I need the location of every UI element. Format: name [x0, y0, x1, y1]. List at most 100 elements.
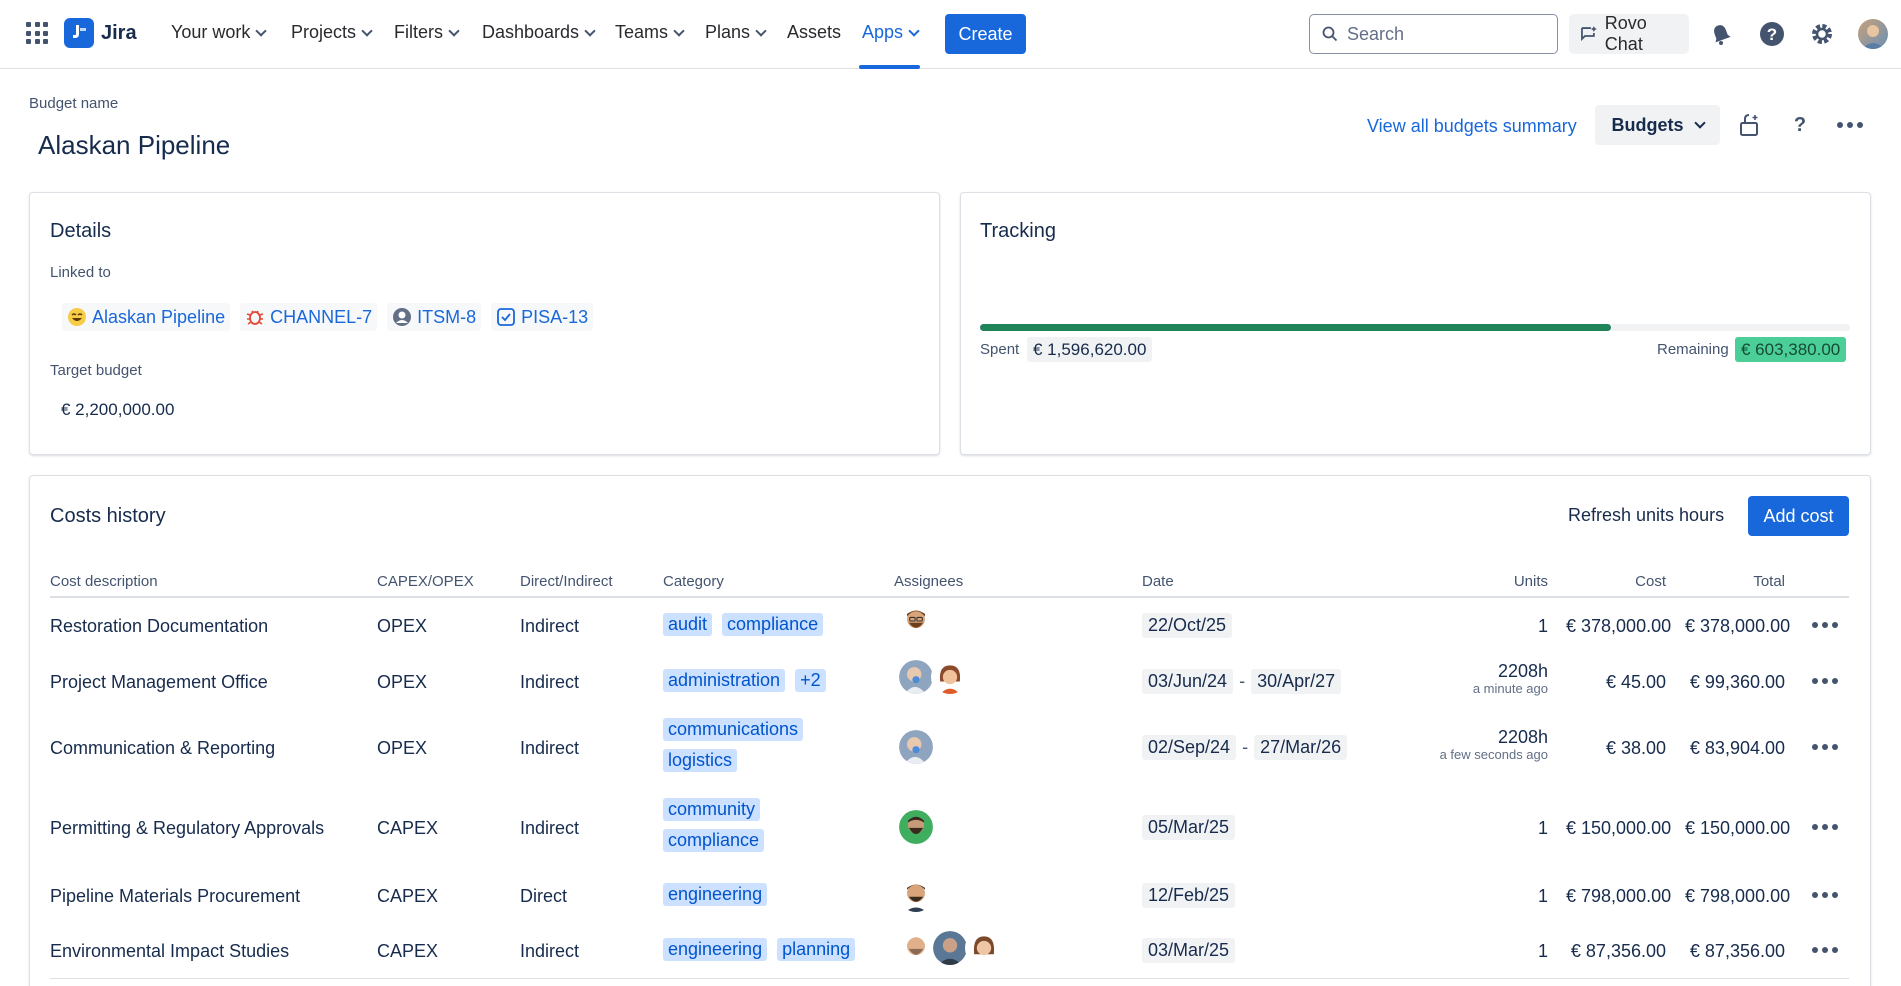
header-capex-opex[interactable]: CAPEX/OPEX [377, 573, 474, 590]
nav-teams[interactable]: Teams [615, 22, 685, 43]
total: € 150,000.00 [1685, 818, 1791, 838]
chevron-down-icon [255, 24, 268, 37]
cost: € 45.00 [1605, 672, 1666, 692]
assignee-avatars[interactable] [897, 929, 1003, 967]
header-cost-description[interactable]: Cost description [50, 573, 158, 590]
header-direct-indirect[interactable]: Direct/Indirect [520, 573, 613, 590]
target-budget-label: Target budget [50, 362, 142, 379]
top-navigation: Jira Your work Projects Filters Dashboar… [0, 0, 1901, 69]
header-category[interactable]: Category [663, 573, 724, 590]
header-total[interactable]: Total [1685, 573, 1785, 590]
linked-item-itsm-8[interactable]: ITSM-8 [387, 303, 482, 331]
capex-opex: OPEX [377, 672, 428, 692]
avatar[interactable] [897, 658, 935, 696]
date-range: 02/Sep/24-27/Mar/26 [1142, 735, 1348, 760]
budgets-dropdown[interactable]: Budgets [1595, 105, 1720, 145]
row-actions-icon[interactable] [1812, 814, 1838, 840]
cost-description[interactable]: Environmental Impact Studies [50, 941, 289, 962]
avatar[interactable] [965, 929, 1003, 967]
avatar[interactable] [897, 602, 935, 640]
budgets-dropdown-label: Budgets [1611, 114, 1684, 135]
avatar[interactable] [897, 728, 935, 766]
category-tag: engineering [663, 938, 768, 961]
avatar[interactable] [897, 808, 935, 846]
nav-projects[interactable]: Projects [291, 22, 373, 43]
category-tag: engineering [663, 883, 768, 906]
date-end: 30/Apr/27 [1251, 669, 1342, 694]
category-tag: communications [663, 718, 804, 741]
nav-your-work[interactable]: Your work [171, 22, 268, 43]
nav-assets[interactable]: Assets [787, 22, 841, 43]
category-tags: engineering [663, 883, 863, 906]
search-icon [1322, 26, 1338, 42]
avatar[interactable] [931, 658, 969, 696]
avatar[interactable] [931, 929, 969, 967]
jira-logo-text: Jira [101, 21, 137, 44]
date-range: 03/Jun/24-30/Apr/27 [1142, 669, 1342, 694]
nav-apps[interactable]: Apps [862, 22, 920, 43]
settings-gear-icon[interactable] [1808, 20, 1836, 48]
question-icon[interactable]: ? [1787, 112, 1813, 138]
category-more-tag[interactable]: +2 [795, 669, 826, 692]
assignee-avatars[interactable] [897, 602, 935, 640]
unlock-icon[interactable] [1737, 112, 1763, 138]
cost-description[interactable]: Project Management Office [50, 672, 268, 693]
notifications-icon[interactable] [1707, 20, 1735, 48]
assignee-avatars[interactable] [897, 658, 969, 696]
nav-filters[interactable]: Filters [394, 22, 460, 43]
linked-item-pisa-13[interactable]: PISA-13 [491, 303, 594, 331]
add-cost-button[interactable]: Add cost [1748, 496, 1849, 536]
nav-plans[interactable]: Plans [705, 22, 767, 43]
app-switcher-icon[interactable] [26, 22, 48, 44]
units: 1 [1537, 886, 1548, 906]
search-input[interactable] [1347, 23, 1537, 45]
cost: € 798,000.00 [1566, 886, 1672, 906]
user-avatar[interactable] [1858, 19, 1888, 49]
table-row[interactable]: Communication & Reporting OPEX Indirect … [0, 708, 1901, 788]
search-box[interactable] [1309, 14, 1558, 54]
rovo-chat-button[interactable]: Rovo Chat [1569, 13, 1689, 54]
help-icon[interactable]: ? [1758, 20, 1786, 48]
more-actions-icon[interactable] [1837, 112, 1863, 138]
date-start: 05/Mar/25 [1142, 815, 1236, 840]
create-button[interactable]: Create [945, 14, 1026, 54]
jira-logo[interactable]: Jira [64, 18, 137, 48]
header-cost[interactable]: Cost [1566, 573, 1666, 590]
row-actions-icon[interactable] [1812, 937, 1838, 963]
budget-title[interactable]: Alaskan Pipeline [38, 130, 230, 161]
table-row[interactable]: Project Management Office OPEX Indirect … [0, 654, 1901, 708]
date-start: 12/Feb/25 [1142, 883, 1236, 908]
units-updated: a minute ago [1472, 681, 1548, 696]
details-title: Details [50, 220, 112, 242]
table-row[interactable]: Restoration Documentation OPEX Indirect … [0, 598, 1901, 654]
linked-items: Alaskan Pipeline CHANNEL-7 ITSM-8 PISA-1… [62, 303, 594, 331]
row-actions-icon[interactable] [1812, 612, 1838, 638]
refresh-units-hours-button[interactable]: Refresh units hours [1568, 505, 1724, 526]
row-actions-icon[interactable] [1812, 668, 1838, 694]
date-range: 22/Oct/25 [1142, 613, 1233, 638]
header-units[interactable]: Units [1448, 573, 1548, 590]
cost-description[interactable]: Communication & Reporting [50, 738, 275, 759]
linked-item-channel-7[interactable]: CHANNEL-7 [240, 303, 378, 331]
assignee-avatars[interactable] [897, 728, 935, 766]
avatar[interactable] [897, 929, 935, 967]
table-row[interactable]: Environmental Impact Studies CAPEX Indir… [0, 923, 1901, 978]
header-date[interactable]: Date [1142, 573, 1174, 590]
cost-description[interactable]: Pipeline Materials Procurement [50, 886, 300, 907]
assignee-avatars[interactable] [897, 876, 935, 914]
avatar[interactable] [897, 876, 935, 914]
row-actions-icon[interactable] [1812, 734, 1838, 760]
date-range: 05/Mar/25 [1142, 815, 1236, 840]
header-assignees[interactable]: Assignees [894, 573, 963, 590]
assignee-avatars[interactable] [897, 808, 935, 846]
table-row[interactable]: Pipeline Materials Procurement CAPEX Dir… [0, 868, 1901, 923]
nav-dashboards[interactable]: Dashboards [482, 22, 596, 43]
linked-item-project[interactable]: Alaskan Pipeline [62, 303, 231, 331]
table-row[interactable]: Permitting & Regulatory Approvals CAPEX … [0, 788, 1901, 868]
cost-description[interactable]: Restoration Documentation [50, 616, 268, 637]
cost-description[interactable]: Permitting & Regulatory Approvals [50, 818, 324, 839]
view-all-budgets-link[interactable]: View all budgets summary [1367, 116, 1577, 137]
row-actions-icon[interactable] [1812, 882, 1838, 908]
svg-text:?: ? [1767, 25, 1777, 44]
date-start: 03/Jun/24 [1142, 669, 1234, 694]
